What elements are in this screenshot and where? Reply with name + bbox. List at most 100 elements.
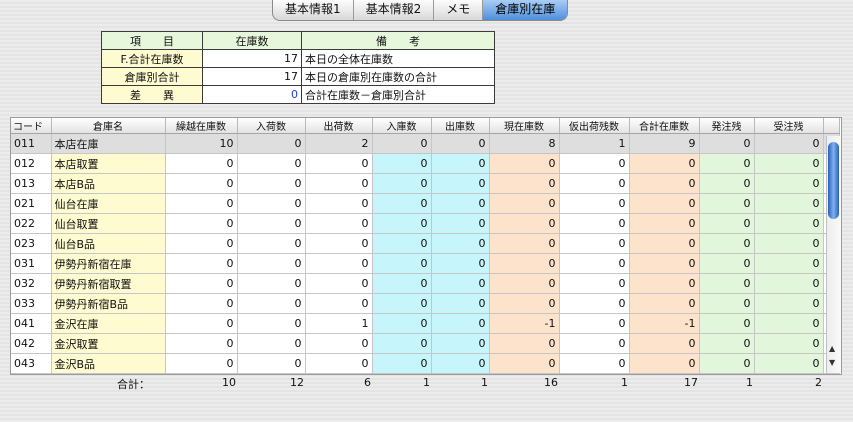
- table-cell[interactable]: 0: [237, 333, 306, 354]
- table-cell[interactable]: 0: [165, 333, 238, 354]
- table-cell[interactable]: 0: [699, 313, 755, 334]
- table-cell[interactable]: 0: [165, 253, 238, 274]
- table-cell[interactable]: 0: [305, 233, 373, 254]
- table-cell[interactable]: 0: [489, 273, 560, 294]
- warehouse-name-cell[interactable]: 伊勢丹新宿取置: [51, 273, 166, 294]
- table-cell[interactable]: 0: [431, 233, 490, 254]
- table-cell[interactable]: 0: [629, 273, 700, 294]
- table-cell[interactable]: 0: [559, 313, 630, 334]
- table-cell[interactable]: 0: [305, 253, 373, 274]
- table-row[interactable]: 041 金沢在庫 0 0 1 0 0 -1 0 -1 0 0: [11, 313, 840, 334]
- table-cell[interactable]: 0: [559, 333, 630, 354]
- table-cell[interactable]: 0: [431, 353, 490, 374]
- table-row[interactable]: 013 本店B品 0 0 0 0 0 0 0 0 0 0: [11, 173, 840, 194]
- table-cell[interactable]: 0: [372, 253, 432, 274]
- table-cell[interactable]: 0: [629, 293, 700, 314]
- warehouse-code-cell[interactable]: 023: [11, 233, 52, 254]
- table-cell[interactable]: 0: [629, 173, 700, 194]
- table-row[interactable]: 031 伊勢丹新宿在庫 0 0 0 0 0 0 0 0 0 0: [11, 253, 840, 274]
- table-cell[interactable]: 1: [559, 133, 630, 154]
- table-cell[interactable]: 0: [431, 213, 490, 234]
- table-cell[interactable]: 0: [372, 153, 432, 174]
- table-cell[interactable]: 0: [165, 353, 238, 374]
- table-cell[interactable]: 0: [489, 353, 560, 374]
- table-cell[interactable]: 0: [372, 193, 432, 214]
- table-cell[interactable]: 0: [629, 153, 700, 174]
- table-cell[interactable]: 0: [629, 213, 700, 234]
- column-header[interactable]: 現在庫数: [489, 118, 560, 134]
- tab-warehouse-stock[interactable]: 倉庫別在庫: [483, 0, 568, 20]
- table-cell[interactable]: 0: [559, 273, 630, 294]
- table-cell[interactable]: 0: [431, 173, 490, 194]
- warehouse-code-cell[interactable]: 043: [11, 353, 52, 374]
- table-cell[interactable]: 9: [629, 133, 700, 154]
- table-cell[interactable]: 0: [305, 153, 373, 174]
- table-cell[interactable]: 0: [372, 313, 432, 334]
- scroll-thumb[interactable]: [828, 142, 839, 219]
- table-cell[interactable]: 0: [237, 353, 306, 374]
- warehouse-code-cell[interactable]: 012: [11, 153, 52, 174]
- table-cell[interactable]: 0: [559, 233, 630, 254]
- table-cell[interactable]: 0: [699, 253, 755, 274]
- table-cell[interactable]: 0: [431, 253, 490, 274]
- table-cell[interactable]: 0: [237, 193, 306, 214]
- table-cell[interactable]: 0: [305, 193, 373, 214]
- warehouse-code-cell[interactable]: 021: [11, 193, 52, 214]
- warehouse-code-cell[interactable]: 032: [11, 273, 52, 294]
- table-cell[interactable]: 0: [237, 313, 306, 334]
- tab-basic-info-2[interactable]: 基本情報2: [354, 0, 435, 20]
- scroll-up-icon[interactable]: ▲: [829, 344, 835, 353]
- table-cell[interactable]: 0: [699, 233, 755, 254]
- table-cell[interactable]: 0: [754, 153, 824, 174]
- table-cell[interactable]: 0: [629, 193, 700, 214]
- table-cell[interactable]: 0: [165, 153, 238, 174]
- table-cell[interactable]: 0: [237, 153, 306, 174]
- warehouse-name-cell[interactable]: 仙台在庫: [51, 193, 166, 214]
- table-row[interactable]: 021 仙台在庫 0 0 0 0 0 0 0 0 0 0: [11, 193, 840, 214]
- table-cell[interactable]: 0: [629, 353, 700, 374]
- column-header[interactable]: 出庫数: [431, 118, 490, 134]
- table-row[interactable]: 011 本店在庫 10 0 2 0 0 8 1 9 0 0: [11, 133, 840, 154]
- warehouse-name-cell[interactable]: 仙台取置: [51, 213, 166, 234]
- table-cell[interactable]: 0: [754, 333, 824, 354]
- table-cell[interactable]: 0: [237, 253, 306, 274]
- table-cell[interactable]: 0: [372, 173, 432, 194]
- table-cell[interactable]: 0: [754, 253, 824, 274]
- table-cell[interactable]: 2: [305, 133, 373, 154]
- table-cell[interactable]: 8: [489, 133, 560, 154]
- table-cell[interactable]: 0: [699, 193, 755, 214]
- column-header[interactable]: 入荷数: [237, 118, 306, 134]
- warehouse-code-cell[interactable]: 031: [11, 253, 52, 274]
- column-header[interactable]: 発注残: [699, 118, 755, 134]
- table-cell[interactable]: 0: [699, 133, 755, 154]
- table-cell[interactable]: 0: [559, 293, 630, 314]
- table-cell[interactable]: 0: [699, 153, 755, 174]
- warehouse-code-cell[interactable]: 033: [11, 293, 52, 314]
- warehouse-code-cell[interactable]: 011: [11, 133, 52, 154]
- tab-basic-info-1[interactable]: 基本情報1: [273, 0, 354, 20]
- table-cell[interactable]: 0: [372, 273, 432, 294]
- table-cell[interactable]: 0: [305, 173, 373, 194]
- table-row[interactable]: 042 金沢取置 0 0 0 0 0 0 0 0 0 0: [11, 333, 840, 354]
- table-cell[interactable]: 0: [372, 233, 432, 254]
- table-cell[interactable]: 0: [372, 293, 432, 314]
- table-cell[interactable]: 0: [699, 273, 755, 294]
- table-cell[interactable]: 0: [305, 213, 373, 234]
- column-header[interactable]: コード: [11, 118, 52, 134]
- table-cell[interactable]: 0: [431, 133, 490, 154]
- table-cell[interactable]: 0: [754, 213, 824, 234]
- table-cell[interactable]: 0: [559, 193, 630, 214]
- scroll-down-icon[interactable]: ▼: [829, 358, 835, 367]
- table-cell[interactable]: 0: [559, 253, 630, 274]
- table-cell[interactable]: 10: [165, 133, 238, 154]
- table-row[interactable]: 023 仙台B品 0 0 0 0 0 0 0 0 0 0: [11, 233, 840, 254]
- warehouse-name-cell[interactable]: 本店B品: [51, 173, 166, 194]
- warehouse-name-cell[interactable]: 本店在庫: [51, 133, 166, 154]
- column-header[interactable]: 受注残: [754, 118, 824, 134]
- table-cell[interactable]: 0: [237, 293, 306, 314]
- table-cell[interactable]: 0: [237, 213, 306, 234]
- warehouse-name-cell[interactable]: 伊勢丹新宿B品: [51, 293, 166, 314]
- warehouse-name-cell[interactable]: 本店取置: [51, 153, 166, 174]
- table-cell[interactable]: -1: [489, 313, 560, 334]
- table-cell[interactable]: 0: [699, 213, 755, 234]
